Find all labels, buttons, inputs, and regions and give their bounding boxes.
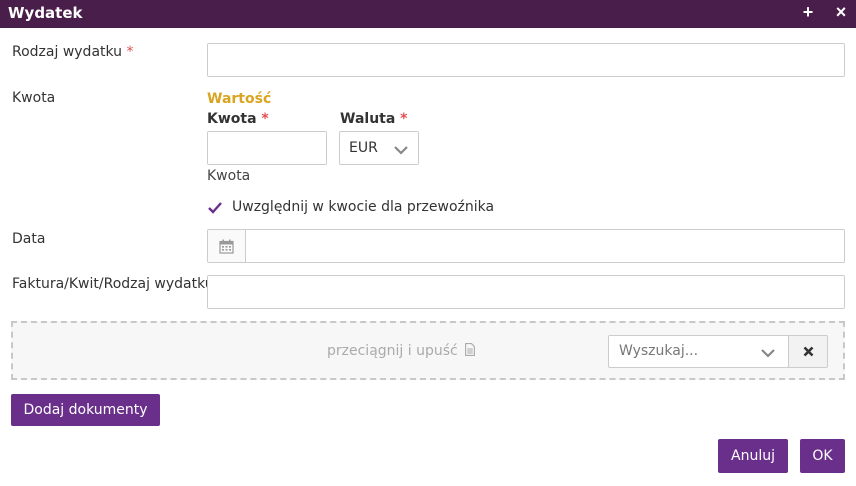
file-dropzone[interactable]: przeciągnij i upuść Wyszukaj... (11, 321, 845, 380)
close-button[interactable]: × (830, 0, 852, 26)
rodzaj-wydatku-input[interactable] (207, 43, 845, 77)
amount-label-text: Kwota (207, 111, 257, 127)
amount-help-text: Kwota (207, 168, 251, 184)
rodzaj-wydatku-label: Rodzaj wydatku * (12, 44, 134, 60)
dialog-titlebar: Wydatek + × (0, 0, 856, 28)
dialog-title: Wydatek (8, 4, 83, 22)
amount-input[interactable] (207, 131, 327, 165)
rodzaj-wydatku-label-text: Rodzaj wydatku (12, 44, 123, 60)
required-mark: * (400, 111, 408, 127)
required-mark: * (126, 44, 134, 60)
checkmark-icon[interactable] (207, 200, 223, 216)
search-placeholder: Wyszukaj... (619, 343, 699, 359)
dropzone-text: przeciągnij i upuść (327, 343, 476, 359)
document-search-select[interactable]: Wyszukaj... (608, 335, 789, 368)
add-documents-button[interactable]: Dodaj dokumenty (11, 394, 160, 426)
data-label: Data (12, 231, 46, 247)
wartosc-section-title: Wartość (207, 91, 272, 107)
date-field (207, 229, 845, 263)
file-icon (465, 343, 476, 356)
faktura-input[interactable] (207, 275, 845, 309)
currency-select[interactable]: EUR (339, 131, 419, 165)
currency-label: Waluta * (340, 111, 408, 127)
dropzone-text-label: przeciągnij i upuść (327, 343, 458, 359)
checkbox-label: Uwzględnij w kwocie dla przewoźnika (232, 199, 495, 215)
cancel-button[interactable]: Anuluj (718, 439, 788, 473)
currency-label-text: Waluta (340, 111, 396, 127)
required-mark: * (261, 111, 269, 127)
chevron-down-icon (761, 349, 775, 358)
expand-button[interactable]: + (797, 0, 819, 26)
calendar-icon (219, 239, 234, 254)
date-input[interactable] (246, 230, 843, 262)
chevron-down-icon (394, 146, 408, 155)
currency-selected-value: EUR (349, 140, 378, 156)
amount-label: Kwota * (207, 111, 269, 127)
faktura-label: Faktura/Kwit/Rodzaj wydatku (12, 276, 214, 292)
clear-selection-button[interactable] (788, 335, 828, 368)
ok-button[interactable]: OK (800, 439, 845, 473)
kwota-row-label: Kwota (12, 90, 56, 106)
date-picker-button[interactable] (208, 230, 246, 262)
close-icon (803, 346, 814, 357)
